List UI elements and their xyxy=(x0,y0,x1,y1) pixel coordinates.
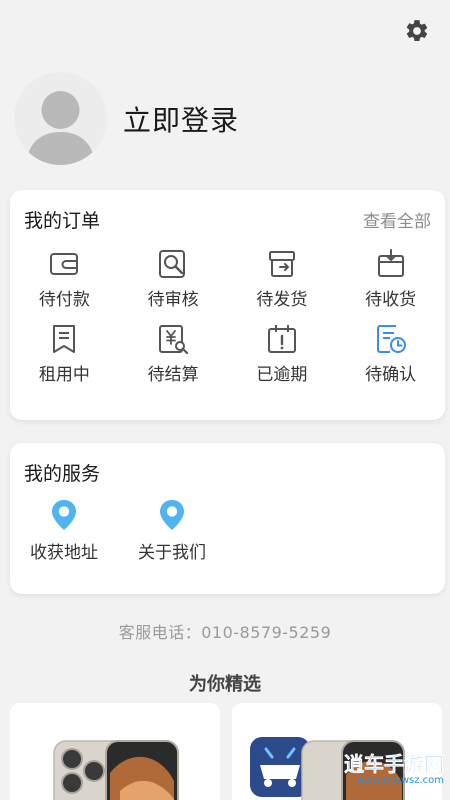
order-pending-receipt[interactable]: 待收货 xyxy=(336,243,445,318)
settings-button[interactable] xyxy=(402,16,432,46)
search-document-icon xyxy=(159,250,186,278)
profile-page: 立即登录 我的订单 查看全部 待付款 待审核 待发货 待收货 租用中 待结算 已… xyxy=(0,0,450,800)
order-pending-review[interactable]: 待审核 xyxy=(119,243,228,318)
service-label: 关于我们 xyxy=(138,543,206,563)
grid-label: 待确认 xyxy=(365,365,417,385)
order-status-grid: 待付款 待审核 待发货 待收货 租用中 待结算 已逾期 待确认 xyxy=(10,233,445,393)
my-services-title: 我的服务 xyxy=(24,463,101,485)
grid-label: 租用中 xyxy=(38,365,90,385)
product-card[interactable] xyxy=(10,703,220,800)
service-label: 收获地址 xyxy=(30,543,98,563)
login-button[interactable]: 立即登录 xyxy=(123,99,239,139)
grid-label: 待付款 xyxy=(38,290,90,310)
clock-document-icon xyxy=(376,325,406,353)
order-renting[interactable]: 租用中 xyxy=(10,318,119,393)
shipping-box-icon xyxy=(268,251,295,277)
my-orders-title: 我的订单 xyxy=(24,210,101,232)
yuan-search-icon xyxy=(159,325,189,355)
watermark-main: 逍车手游网 xyxy=(344,752,445,777)
order-overdue[interactable]: 已逾期 xyxy=(228,318,337,393)
wallet-icon xyxy=(50,253,79,275)
phone-product-image xyxy=(10,703,220,800)
customer-service-phone[interactable]: 客服电话：010-8579-5259 xyxy=(0,619,450,643)
location-pin-icon xyxy=(52,500,76,530)
bookmark-doc-icon xyxy=(53,325,76,353)
services-list: 收获地址 关于我们 xyxy=(10,486,445,563)
my-services-card: 我的服务 收获地址 关于我们 xyxy=(10,443,445,594)
location-pin-icon xyxy=(160,500,184,530)
order-pending-confirmation[interactable]: 待确认 xyxy=(336,318,445,393)
default-avatar-icon xyxy=(14,72,107,165)
grid-label: 已逾期 xyxy=(256,365,308,385)
calendar-alert-icon xyxy=(267,325,296,353)
profile-header[interactable]: 立即登录 xyxy=(14,72,239,165)
avatar[interactable] xyxy=(14,72,107,165)
grid-label: 待发货 xyxy=(256,290,308,310)
watermark: 逍车手游网 www.mwwsz.com xyxy=(344,748,445,786)
watermark-url: www.mwwsz.com xyxy=(356,775,444,786)
my-orders-card: 我的订单 查看全部 待付款 待审核 待发货 待收货 租用中 待结算 已逾期 待确… xyxy=(10,190,445,420)
view-all-orders-link[interactable]: 查看全部 xyxy=(363,207,431,232)
order-pending-payment[interactable]: 待付款 xyxy=(10,243,119,318)
grid-label: 待收货 xyxy=(365,290,417,310)
grid-label: 待结算 xyxy=(147,365,199,385)
order-pending-settlement[interactable]: 待结算 xyxy=(119,318,228,393)
grid-label: 待审核 xyxy=(147,290,199,310)
shipping-address-item[interactable]: 收获地址 xyxy=(10,498,118,563)
picks-title: 为你精选 xyxy=(189,674,261,695)
order-pending-shipment[interactable]: 待发货 xyxy=(228,243,337,318)
receive-box-icon xyxy=(377,249,404,277)
about-us-item[interactable]: 关于我们 xyxy=(118,498,226,563)
gear-icon xyxy=(406,20,428,42)
